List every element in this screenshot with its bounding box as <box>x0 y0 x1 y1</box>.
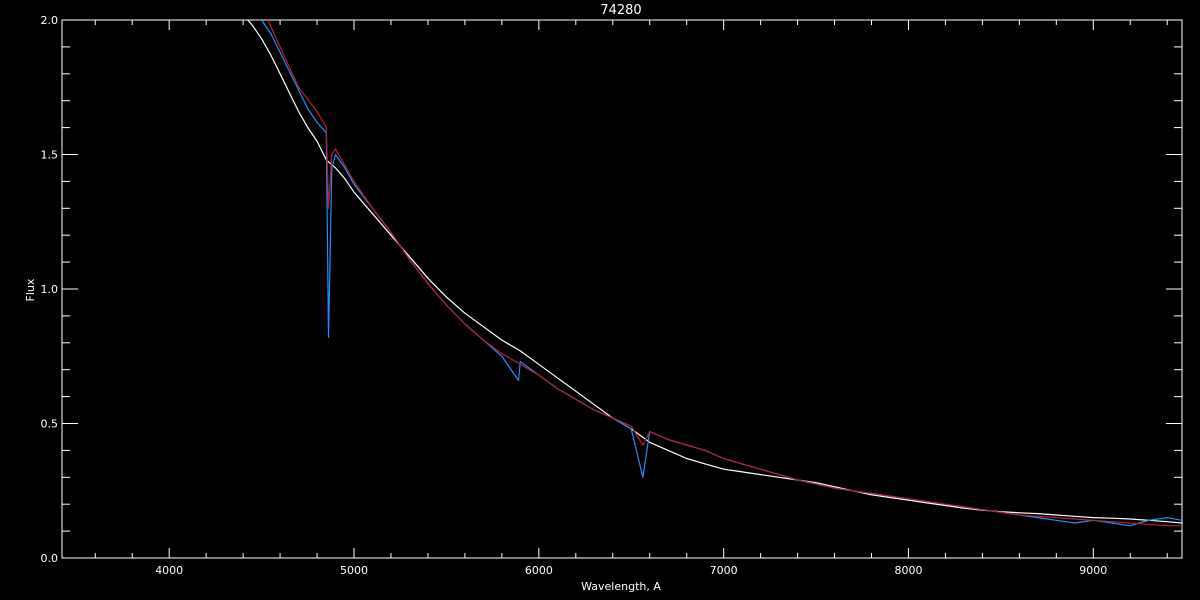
series-line-2 <box>260 20 1182 527</box>
y-tick-label: 1.0 <box>41 283 59 296</box>
plot-frame <box>61 19 1183 559</box>
tick-layer: 4000 5000 6000 7000 8000 9000 0.0 0.5 1.0 1.5 2.0 <box>41 14 1182 577</box>
plot-frame-rect <box>61 19 1183 559</box>
y-tick-label: 0.0 <box>41 552 59 565</box>
spectrum-chart: 74280 4000 5000 6000 7000 8000 9000 0.0 0.5 1.0 1… <box>24 3 1183 593</box>
x-tick-label: 9000 <box>1079 564 1107 577</box>
x-tick-label: 4000 <box>155 564 183 577</box>
y-axis-title: Flux <box>24 278 37 301</box>
chart-root: 74280 4000 5000 6000 7000 8000 9000 0.0 0.5 1.0 1… <box>0 0 1200 600</box>
x-tick-label: 8000 <box>894 564 922 577</box>
series-line-3 <box>267 20 1182 527</box>
y-tick-label: 0.5 <box>41 418 59 431</box>
series-layer <box>246 20 1182 527</box>
y-tick-label: 1.5 <box>41 149 59 162</box>
chart-title: 74280 <box>600 3 641 18</box>
x-axis-title: Wavelength, A <box>581 580 661 593</box>
x-tick-label: 7000 <box>710 564 738 577</box>
x-tick-label: 6000 <box>525 564 553 577</box>
x-tick-label: 5000 <box>340 564 368 577</box>
y-tick-label: 2.0 <box>41 14 59 27</box>
